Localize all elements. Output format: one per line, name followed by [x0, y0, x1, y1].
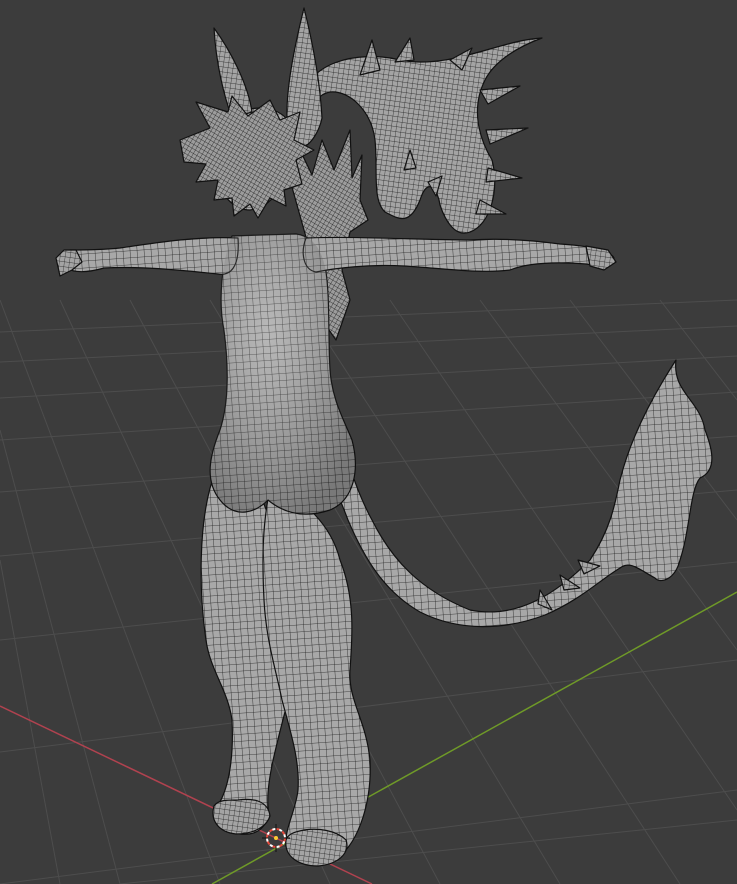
right-foot[interactable] [285, 828, 348, 867]
3d-viewport[interactable] [0, 0, 737, 884]
viewport-canvas[interactable] [0, 0, 737, 884]
